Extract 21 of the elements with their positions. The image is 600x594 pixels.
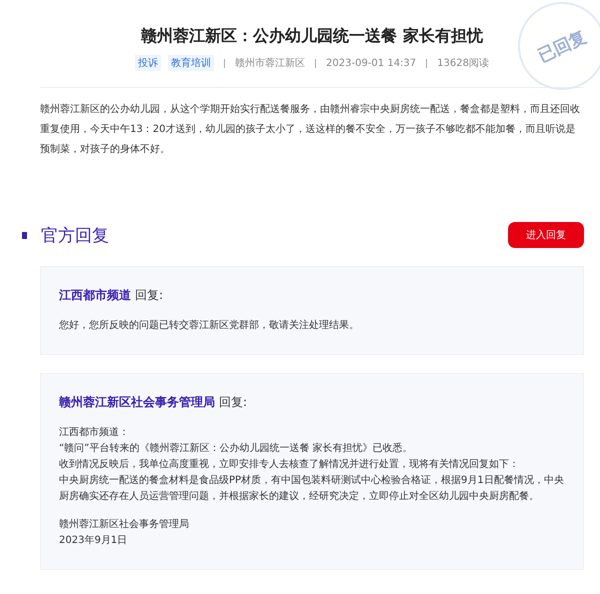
bullet-icon xyxy=(22,232,27,238)
enter-reply-button[interactable]: 进入回复 xyxy=(508,222,584,248)
article-body: 赣州蓉江新区的公办幼儿园，从这个学期开始实行配送餐服务，由赣州睿宗中央厨房统一配送，餐盒都是塑料，而且还回收重复使用，今天中午13：20才送到，幼儿园的孩子太小了，送这样的餐不安全，万一孩子不够吃都不能加餐，而且听说是预制菜，对孩子的身体不好。 xyxy=(40,102,581,157)
article-meta: 2023-09-01 14:37 xyxy=(326,58,416,68)
reply-text: 收到情况反映后，我单位高度重视，立即安排专人去核查了解情况并进行处置，现将有关情况回复如下： xyxy=(59,458,520,472)
reply-text: “赣问”平台转来的《赣州蓉江新区：公办幼儿园统一送餐 家长有担忧》已收悉。 xyxy=(59,442,414,456)
article-meta: 13628阅读 xyxy=(437,56,489,70)
reply-signature: 2023年9月1日 xyxy=(59,534,128,548)
category-tag[interactable]: 投诉 xyxy=(135,55,162,71)
reply-text: 您好，您所反映的问题已转交蓉江新区党群部，敬请关注处理结果。 xyxy=(59,318,360,333)
reply-author: 赣州蓉江新区社会事务管理局 xyxy=(59,395,215,409)
reply-author: 江西都市频道 xyxy=(59,288,131,302)
reply-text: 中央厨房统一配送的餐盒材料是食品级PP材质，有中国包装料研测试中心检验合格证，根据9月1日配餐情况，中央厨房确实还存在人员运营管理问题，并根据家长的建议，经研究决定，立即停止对全区幼儿园中央厨房配餐。 xyxy=(59,474,565,504)
reply-signature: 赣州蓉江新区社会事务管理局 xyxy=(59,518,190,532)
category-tag[interactable]: 教育培训 xyxy=(168,55,214,71)
article-meta: 赣州市蓉江新区 xyxy=(235,56,306,70)
reply-text: 江西都市频道： xyxy=(59,426,130,440)
reply-label: 回复: xyxy=(135,288,164,302)
section-title: 官方回复 xyxy=(41,224,109,246)
article-title: 赣州蓉江新区：公办幼儿园统一送餐 家长有担忧 xyxy=(141,26,483,47)
reply-label: 回复: xyxy=(219,395,248,409)
